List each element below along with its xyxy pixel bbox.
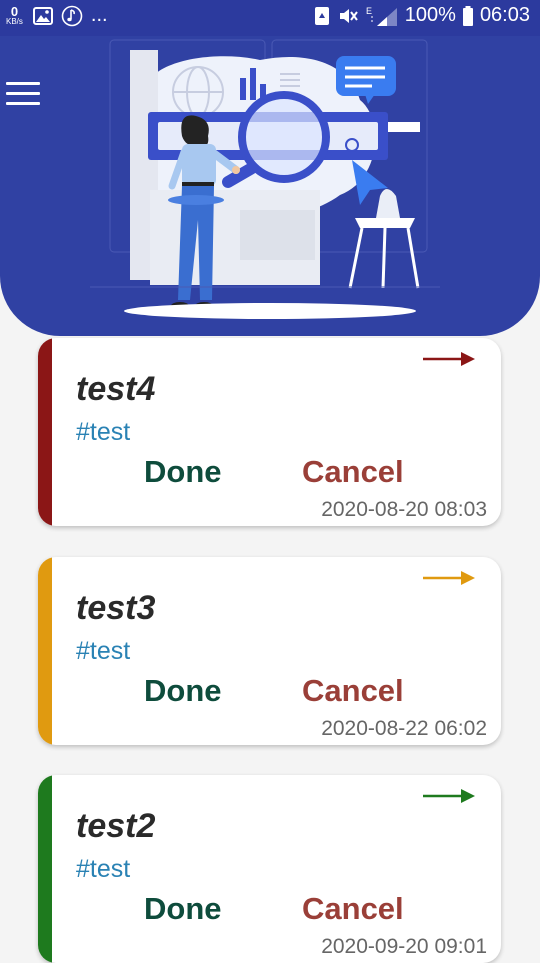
- music-icon: [61, 5, 83, 26]
- recycle-icon: [314, 6, 329, 25]
- task-card[interactable]: test4 #test Done Cancel 2020-08-20 08:03: [38, 338, 501, 526]
- task-date: 2020-08-22 06:02: [321, 717, 487, 740]
- status-bar-right: E 100% 06:03: [313, 4, 530, 27]
- task-title: test3: [76, 589, 156, 627]
- header-banner: [0, 36, 540, 336]
- task-date: 2020-08-20 08:03: [321, 498, 487, 521]
- hamburger-menu-icon[interactable]: [6, 82, 40, 108]
- task-color-bar: [38, 557, 52, 745]
- cancel-button[interactable]: Cancel: [302, 673, 404, 709]
- status-bar: 0 KB/s ... E 100% 06:03: [0, 0, 540, 36]
- network-speed-unit: KB/s: [6, 17, 23, 26]
- task-title: test4: [76, 370, 156, 408]
- task-color-bar: [38, 775, 52, 963]
- clock: 06:03: [479, 4, 530, 26]
- done-button[interactable]: Done: [144, 454, 222, 490]
- arrow-right-icon[interactable]: [423, 789, 475, 803]
- status-bar-left: 0 KB/s ...: [6, 4, 108, 27]
- task-card[interactable]: test3 #test Done Cancel 2020-08-22 06:02: [38, 557, 501, 745]
- task-tag[interactable]: #test: [76, 418, 130, 447]
- battery-level: 100%: [404, 4, 456, 26]
- done-button[interactable]: Done: [144, 891, 222, 927]
- task-card[interactable]: test2 #test Done Cancel 2020-09-20 09:01: [38, 775, 501, 963]
- signal-icon: E: [366, 6, 397, 26]
- image-icon: [32, 6, 53, 25]
- task-tag[interactable]: #test: [76, 855, 130, 884]
- task-tag[interactable]: #test: [76, 637, 130, 666]
- mute-icon: [339, 8, 358, 23]
- search-illustration: [90, 39, 440, 319]
- task-color-bar: [38, 338, 52, 526]
- more-notifications: ...: [90, 4, 108, 26]
- cancel-button[interactable]: Cancel: [302, 891, 404, 927]
- done-button[interactable]: Done: [144, 673, 222, 709]
- arrow-right-icon[interactable]: [423, 352, 475, 366]
- cancel-button[interactable]: Cancel: [302, 454, 404, 490]
- task-title: test2: [76, 807, 156, 845]
- task-date: 2020-09-20 09:01: [321, 935, 487, 958]
- network-speed: 0 KB/s: [6, 5, 23, 26]
- arrow-right-icon[interactable]: [423, 571, 475, 585]
- svg-text:E: E: [366, 6, 372, 16]
- battery-icon: [462, 5, 473, 26]
